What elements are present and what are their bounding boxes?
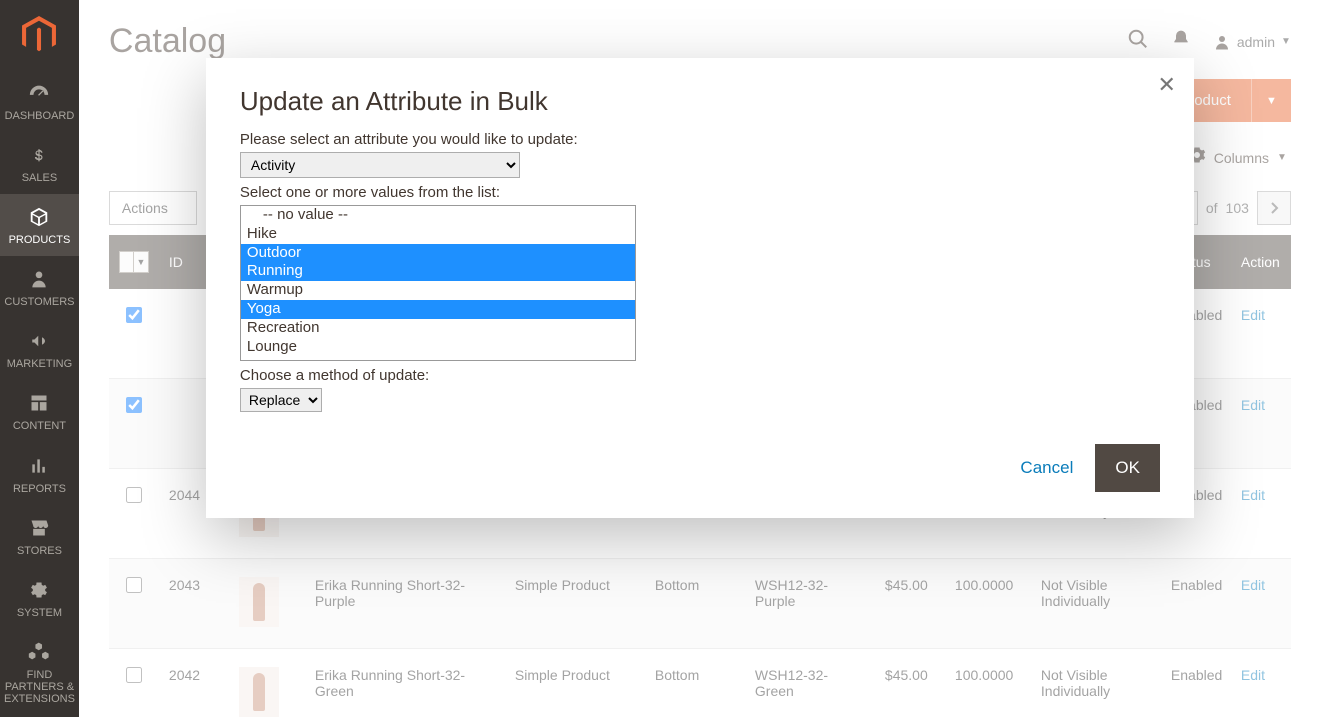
sidebar-item-label: CONTENT: [13, 420, 66, 432]
blocks-icon: [28, 641, 50, 663]
sidebar-item-label: SALES: [22, 172, 57, 184]
magento-logo: [0, 0, 79, 70]
megaphone-icon: [28, 330, 50, 352]
ok-button[interactable]: OK: [1095, 444, 1160, 492]
multiselect-option[interactable]: Outdoor: [241, 244, 635, 263]
sidebar-item-system[interactable]: SYSTEM: [0, 567, 79, 629]
admin-sidebar: DASHBOARD SALES PRODUCTS CUSTOMERS MARKETING…: [0, 0, 79, 717]
sidebar-item-marketing[interactable]: MARKETING: [0, 318, 79, 380]
multiselect-option[interactable]: Hike: [241, 225, 635, 244]
layout-icon: [28, 392, 50, 414]
store-icon: [28, 517, 50, 539]
sidebar-item-sales[interactable]: SALES: [0, 132, 79, 194]
multiselect-option[interactable]: Running: [241, 262, 635, 281]
method-select[interactable]: Replace: [240, 388, 322, 412]
cube-icon: [28, 206, 50, 228]
chart-icon: [28, 455, 50, 477]
gear-icon: [28, 579, 50, 601]
main-content: Catalog admin ▼ Add Product ▼ Columns: [79, 0, 1318, 717]
dollar-icon: [28, 144, 50, 166]
modal-title: Update an Attribute in Bulk: [240, 86, 1160, 117]
sidebar-item-label: STORES: [17, 545, 62, 557]
bulk-attribute-modal: ✕ Update an Attribute in Bulk Please sel…: [206, 58, 1194, 518]
sidebar-item-label: MARKETING: [7, 358, 72, 370]
sidebar-item-products[interactable]: PRODUCTS: [0, 194, 79, 256]
person-icon: [28, 268, 50, 290]
attribute-label: Please select an attribute you would lik…: [240, 131, 1160, 148]
sidebar-item-label: CUSTOMERS: [4, 296, 74, 308]
multiselect-option[interactable]: Lounge: [241, 338, 635, 357]
cancel-button[interactable]: Cancel: [1020, 458, 1073, 478]
values-label: Select one or more values from the list:: [240, 184, 1160, 201]
values-multiselect[interactable]: -- no value --HikeOutdoorRunningWarmupYo…: [240, 205, 636, 361]
multiselect-option[interactable]: Recreation: [241, 319, 635, 338]
sidebar-item-reports[interactable]: REPORTS: [0, 443, 79, 505]
sidebar-item-find[interactable]: FIND PARTNERS & EXTENSIONS: [0, 629, 79, 715]
multiselect-option[interactable]: Yoga: [241, 300, 635, 319]
attribute-select[interactable]: Activity: [240, 152, 520, 178]
gauge-icon: [28, 82, 50, 104]
sidebar-item-stores[interactable]: STORES: [0, 505, 79, 567]
multiselect-option[interactable]: -- no value --: [241, 206, 635, 225]
sidebar-item-dashboard[interactable]: DASHBOARD: [0, 70, 79, 132]
close-icon[interactable]: ✕: [1157, 72, 1175, 98]
method-label: Choose a method of update:: [240, 367, 1160, 384]
sidebar-item-label: REPORTS: [13, 483, 66, 495]
sidebar-item-content[interactable]: CONTENT: [0, 380, 79, 442]
sidebar-item-label: SYSTEM: [17, 607, 62, 619]
sidebar-item-label: FIND PARTNERS & EXTENSIONS: [4, 669, 75, 705]
sidebar-item-label: DASHBOARD: [5, 110, 75, 122]
sidebar-item-label: PRODUCTS: [9, 234, 71, 246]
sidebar-item-customers[interactable]: CUSTOMERS: [0, 256, 79, 318]
multiselect-option[interactable]: Warmup: [241, 281, 635, 300]
